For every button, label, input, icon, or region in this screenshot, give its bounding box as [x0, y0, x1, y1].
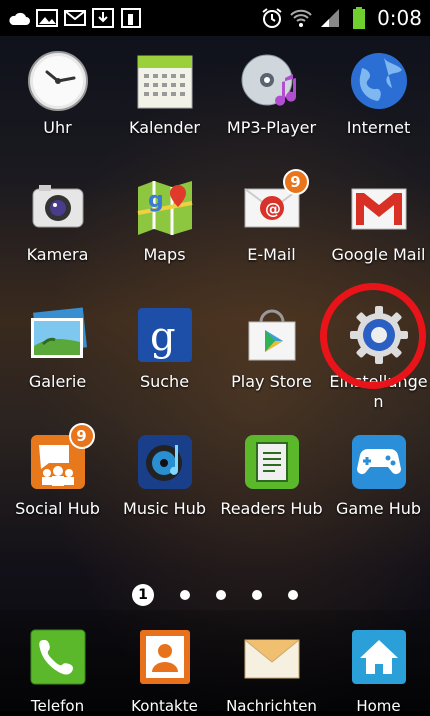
social-hub-icon: 9 — [27, 423, 95, 493]
app-kalender[interactable]: Kalender — [111, 50, 218, 138]
gallery-icon — [27, 304, 89, 366]
notification-badge: 9 — [68, 423, 95, 449]
search-google-icon: g — [134, 304, 196, 366]
page-dot[interactable] — [252, 590, 262, 600]
page-indicator[interactable]: 1 — [0, 584, 430, 606]
app-label: Kalender — [128, 118, 201, 137]
app-label: Google Mail — [331, 245, 426, 264]
music-hub-icon — [134, 431, 196, 493]
app-label: Readers Hub — [220, 499, 323, 518]
page-dot[interactable] — [288, 590, 298, 600]
page-dot[interactable] — [180, 590, 190, 600]
app-label: Galerie — [28, 372, 87, 391]
email-icon: @ 9 — [241, 169, 309, 239]
wifi-icon — [290, 8, 312, 28]
svg-text:g: g — [150, 314, 176, 360]
readers-hub-icon — [241, 431, 303, 493]
app-music-hub[interactable]: Music Hub — [111, 431, 218, 519]
home-screen: 0:08 Uhr Kalender MP3-Player Internet Ka… — [0, 0, 430, 715]
calendar-notif-icon — [120, 8, 142, 28]
app-social-hub[interactable]: 9 Social Hub — [4, 423, 111, 519]
app-label: Social Hub — [15, 499, 100, 518]
app-internet[interactable]: Internet — [325, 50, 430, 138]
app-galerie[interactable]: Galerie — [4, 304, 111, 392]
app-label: Game Hub — [335, 499, 422, 518]
mail-icon — [64, 8, 86, 28]
play-store-icon — [241, 304, 303, 366]
app-label: Home — [356, 697, 401, 715]
app-kamera[interactable]: Kamera — [4, 177, 111, 265]
app-label: Music Hub — [123, 499, 206, 518]
page-dot-active[interactable]: 1 — [132, 584, 154, 606]
battery-icon — [348, 7, 370, 29]
app-label: MP3-Player — [226, 118, 317, 137]
home-icon — [348, 626, 410, 688]
app-label: Play Store — [231, 372, 312, 391]
app-label: Kontakte — [131, 697, 198, 715]
app-google-mail[interactable]: Google Mail — [325, 177, 430, 265]
dock-kontakte[interactable]: Kontakte — [111, 626, 218, 716]
download-icon — [92, 8, 114, 28]
contacts-icon — [134, 626, 196, 688]
app-label: Uhr — [43, 118, 72, 137]
app-maps[interactable]: g Maps — [111, 177, 218, 265]
app-label: Maps — [143, 245, 186, 264]
camera-icon — [27, 177, 89, 239]
alarm-icon — [261, 8, 283, 28]
app-label: Telefon — [30, 697, 85, 715]
app-play-store[interactable]: Play Store — [218, 304, 325, 392]
calendar-icon — [134, 50, 196, 112]
phone-icon — [27, 626, 89, 688]
signal-icon — [319, 8, 341, 28]
page-dot[interactable] — [216, 590, 226, 600]
app-label: Internet — [346, 118, 411, 137]
svg-text:@: @ — [265, 199, 281, 218]
gallery-icon — [36, 8, 58, 28]
app-uhr[interactable]: Uhr — [4, 50, 111, 138]
maps-icon: g — [134, 177, 196, 239]
globe-icon — [348, 50, 410, 112]
game-hub-icon — [348, 431, 410, 493]
app-readers-hub[interactable]: Readers Hub — [218, 431, 325, 519]
svg-text:g: g — [148, 188, 164, 213]
clock-time: 0:08 — [377, 6, 422, 30]
gmail-icon — [348, 177, 410, 239]
cloud-icon — [8, 8, 30, 28]
dock: Telefon Kontakte Nachrichten Home — [0, 610, 430, 715]
app-label: E-Mail — [247, 245, 296, 264]
clock-icon — [27, 50, 89, 112]
dock-home[interactable]: Home — [325, 626, 430, 716]
app-game-hub[interactable]: Game Hub — [325, 431, 430, 519]
app-label: Kamera — [26, 245, 89, 264]
app-e-mail[interactable]: @ 9 E-Mail — [218, 169, 325, 265]
app-label: Nachrichten — [226, 697, 317, 715]
dock-telefon[interactable]: Telefon — [4, 626, 111, 716]
app-suche[interactable]: g Suche — [111, 304, 218, 392]
messages-icon — [241, 626, 303, 688]
app-mp3-player[interactable]: MP3-Player — [218, 50, 325, 138]
highlight-circle — [320, 283, 426, 389]
status-bar[interactable]: 0:08 — [0, 0, 430, 36]
app-label: Suche — [139, 372, 190, 391]
dock-nachrichten[interactable]: Nachrichten — [218, 626, 325, 716]
unread-badge: 9 — [282, 169, 309, 195]
music-disc-icon — [241, 50, 303, 112]
